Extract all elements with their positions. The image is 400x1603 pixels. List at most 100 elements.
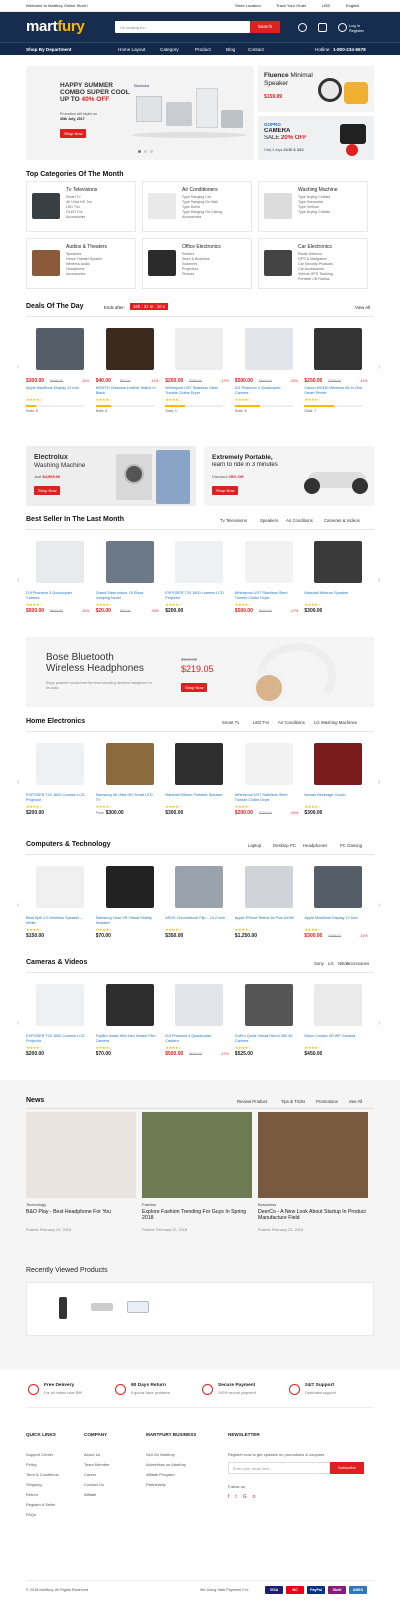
chevron-right-icon[interactable]: › — [378, 364, 380, 371]
product-image[interactable] — [175, 541, 224, 583]
banner-bose-headphones[interactable]: Bose Bluetooth Wireless Headphones Enjoy… — [26, 637, 374, 707]
category-name[interactable]: Office Electronics — [182, 244, 221, 250]
tab-pc-gaming[interactable]: PC Gaming — [340, 843, 362, 848]
category-sub-link[interactable]: Projectors — [182, 267, 198, 271]
google-plus-icon[interactable]: G — [243, 1494, 253, 1500]
nav-category[interactable]: Category — [160, 47, 179, 52]
product-name[interactable]: Samsung 4K Ultra HD Smart LED TV — [96, 793, 156, 803]
slider-dot[interactable] — [150, 150, 153, 153]
news-title[interactable]: B&O Play - Best Headphone For You — [26, 1209, 136, 1215]
category-sub-link[interactable]: Type Hanging On Wall — [182, 200, 218, 204]
footer-link[interactable]: FAQs — [26, 1512, 36, 1517]
footer-link[interactable]: Return — [26, 1492, 38, 1497]
category-sub-link[interactable]: Headphone — [66, 267, 85, 271]
category-sub-link[interactable]: Wireless Audio — [66, 262, 90, 266]
tab-desktop-pc[interactable]: Desktop PC — [273, 843, 296, 848]
product-name[interactable]: Canon MX460 Wireless All-In-One Smart Pr… — [304, 386, 364, 396]
twitter-icon[interactable]: t — [235, 1494, 242, 1500]
chevron-right-icon[interactable]: › — [378, 902, 380, 909]
product-image[interactable] — [36, 743, 84, 785]
product-image[interactable] — [105, 984, 154, 1026]
category-sub-link[interactable]: Printers — [182, 252, 194, 256]
category-sub-link[interactable]: Type Vertical — [298, 205, 319, 209]
banner2-shop-now-button[interactable]: Shop Now — [212, 486, 239, 495]
product-image[interactable] — [244, 743, 293, 785]
nav-home-layout[interactable]: Home Layout — [118, 47, 145, 52]
product-name[interactable]: Whirlepool UST Stainless Steel Tumble Cl… — [235, 591, 295, 601]
category-sub-link[interactable]: Car Security Products — [298, 262, 333, 266]
tab-tips-tricks[interactable]: Tips & Tricks — [281, 1099, 305, 1104]
tab-tv-televisions[interactable]: Tv Televisions — [220, 518, 247, 523]
product-name[interactable]: Whirlepool UST Stainless Steel Tumble Cl… — [235, 793, 295, 803]
product-name[interactable]: Samsung Gear VR Virtual Reality Headset — [96, 916, 156, 926]
tab-air-conditions[interactable]: Air Conditions — [278, 720, 305, 725]
language-selector[interactable]: English — [346, 3, 359, 8]
category-sub-link[interactable]: GPS & Navigation — [298, 257, 327, 261]
newsletter-email-input[interactable]: Enter your email here... — [228, 1462, 330, 1474]
category-sub-link[interactable]: Store & Business — [182, 257, 210, 261]
product-image[interactable] — [244, 541, 293, 583]
bose-shop-now-button[interactable]: Shop Now — [181, 683, 208, 692]
product-name[interactable]: DJI Phantom 4 Quadcopter Camera — [26, 591, 86, 601]
product-name[interactable]: EXPOSER T20 1600 Lumens LCD Projector — [165, 591, 225, 601]
tab-cameras-videos[interactable]: Cameras & Videos — [324, 518, 360, 523]
banner-hoverboard[interactable]: Extremely Portable, learn to ride in 3 m… — [204, 446, 374, 506]
product-name[interactable]: EXPOSER T20 1600 Lumens LCD Projector — [26, 1034, 86, 1044]
chevron-right-icon[interactable]: › — [378, 779, 380, 786]
promo-gopro-banner[interactable]: GOPRO CAMERA SALE 20% OFF Only 3 days 21… — [258, 116, 374, 160]
product-name[interactable]: Marshall Woburn Speaker — [304, 591, 364, 601]
product-name[interactable]: ASUS Chromebook Flip – 10.2 inch — [165, 916, 225, 926]
category-name[interactable]: Tv Televisions — [66, 187, 97, 193]
chevron-right-icon[interactable]: › — [378, 577, 380, 584]
product-name[interactable]: Newair Beverage Cooler — [304, 793, 364, 803]
footer-link[interactable]: About Us — [84, 1452, 100, 1457]
product-image[interactable] — [105, 541, 154, 583]
category-name[interactable]: Air Conditioners — [182, 187, 218, 193]
store-location-link[interactable]: Store Location — [235, 3, 261, 8]
recent-product-drone[interactable] — [91, 1303, 113, 1311]
tab-lg[interactable]: LG — [328, 961, 334, 966]
chevron-right-icon[interactable]: › — [378, 1020, 380, 1027]
category-name[interactable]: Washing Machine — [298, 187, 338, 193]
product-image[interactable] — [105, 743, 154, 785]
footer-link[interactable]: Partnership — [146, 1482, 166, 1487]
category-sub-link[interactable]: Accessories — [66, 272, 85, 276]
category-sub-link[interactable]: Car Accessories — [298, 267, 324, 271]
hero-slider[interactable]: HAPPY SUMMER COMBO SUPER COOL UP TO 40% … — [26, 66, 254, 160]
category-sub-link[interactable]: Home Theater System — [66, 257, 102, 261]
chevron-left-icon[interactable]: ‹ — [17, 779, 19, 786]
tab-sony[interactable]: Sony — [314, 961, 324, 966]
product-name[interactable]: Whirlepool UST Stainless Steel Tumble Cl… — [165, 386, 225, 396]
cart-icon[interactable] — [318, 23, 327, 32]
category-sub-link[interactable]: Type Horizontal — [298, 200, 323, 204]
product-image[interactable] — [36, 984, 84, 1026]
product-name[interactable]: Apple MacBook Display 12 inch — [26, 386, 86, 396]
currency-selector[interactable]: USD — [322, 3, 330, 8]
recent-product-watch[interactable] — [59, 1297, 67, 1319]
product-image[interactable] — [314, 328, 363, 370]
news-category[interactable]: Bussiness — [258, 1202, 276, 1207]
banner1-shop-now-button[interactable]: Shop Now — [34, 486, 61, 495]
product-image[interactable] — [175, 866, 224, 908]
footer-link[interactable]: Advertises on Martfury — [146, 1462, 186, 1467]
product-image[interactable] — [175, 743, 224, 785]
news-title[interactable]: DeerCo - A New Look About Startup In Pro… — [258, 1209, 368, 1222]
hero-shop-now-button[interactable]: Shop Now — [60, 129, 87, 138]
tab-air-conditions[interactable]: Air Conditions — [286, 518, 313, 523]
register-link[interactable]: Register — [349, 28, 364, 33]
product-name[interactable]: GoPro Quick Virtual Hero4 360 4K Camera — [235, 1034, 295, 1044]
product-image[interactable] — [314, 541, 363, 583]
nav-product[interactable]: Product — [195, 47, 211, 52]
news-image[interactable] — [258, 1112, 368, 1198]
footer-link[interactable]: Term & Conditions — [26, 1472, 59, 1477]
category-sub-link[interactable]: OLED Tvs — [66, 210, 83, 214]
category-sub-link[interactable]: Vehicle GPS Tracking — [298, 272, 333, 276]
product-name[interactable]: DJI Phantom 4 Quadcopter Camera — [235, 386, 295, 396]
banner-washing-machine[interactable]: Electrolux Washing Machine Just $4,599.0… — [26, 446, 196, 506]
news-image[interactable] — [142, 1112, 252, 1198]
search-button[interactable]: Search — [250, 21, 280, 33]
product-name[interactable]: Apple iPhone Retina 6s Plus 64GB — [235, 916, 295, 926]
category-sub-link[interactable]: Type Drying Clothes — [298, 210, 330, 214]
subscribe-button[interactable]: Subscribe — [330, 1462, 364, 1474]
product-image[interactable] — [36, 866, 84, 908]
